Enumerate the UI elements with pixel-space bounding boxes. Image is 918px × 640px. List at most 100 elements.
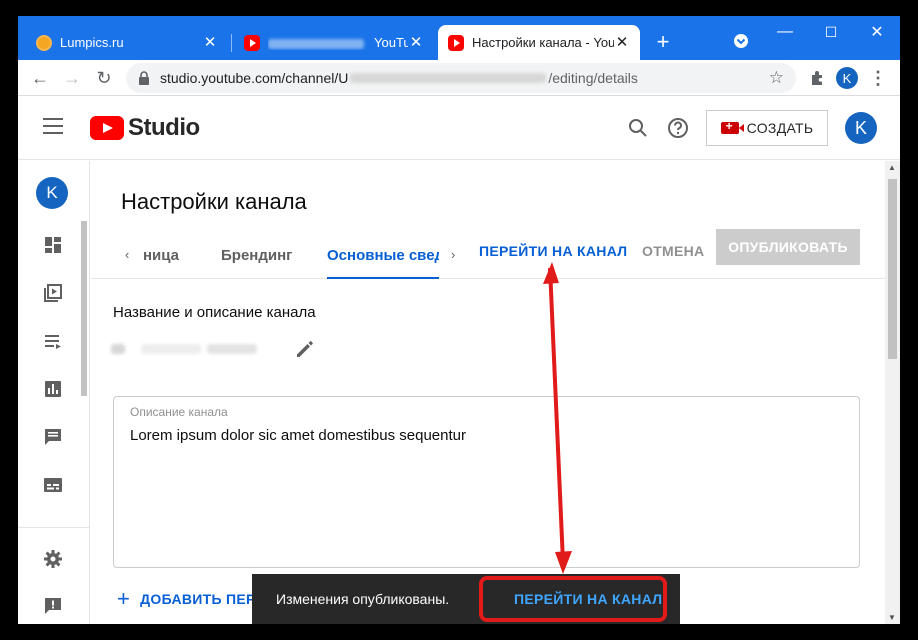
analytics-icon xyxy=(45,381,61,397)
description-value[interactable]: Lorem ipsum dolor sic amet domestibus se… xyxy=(130,427,466,444)
tab-basic-info[interactable]: Основные сведе xyxy=(327,247,439,264)
video-camera-icon xyxy=(720,119,744,134)
create-button[interactable]: СОЗДАТЬ xyxy=(706,110,828,146)
playlists-icon xyxy=(45,335,61,349)
sidebar-item-content[interactable] xyxy=(42,283,64,303)
window-close-button[interactable]: ✕ xyxy=(854,16,900,48)
sidebar-item-analytics[interactable] xyxy=(42,379,64,399)
plus-icon: + xyxy=(117,586,131,611)
sidebar-item-comments[interactable] xyxy=(42,427,64,447)
studio-logo[interactable]: Studio xyxy=(90,114,200,142)
new-tab-button[interactable]: + xyxy=(641,24,685,60)
reload-icon: ↻ xyxy=(96,67,112,88)
channel-name-redacted xyxy=(111,339,271,359)
feedback-icon xyxy=(45,598,61,614)
maximize-button[interactable]: ☐ xyxy=(808,16,854,48)
chevron-down-circle-icon xyxy=(734,34,748,48)
avatar: K xyxy=(836,67,858,89)
snackbar-goto-channel-button[interactable]: ПЕРЕЙТИ НА КАНАЛ xyxy=(500,583,676,615)
scroll-up-icon[interactable]: ▲ xyxy=(888,163,896,172)
arrow-left-icon: ← xyxy=(31,67,49,88)
content-icon xyxy=(44,284,62,302)
youtube-favicon-icon xyxy=(244,34,260,51)
extensions-button[interactable] xyxy=(804,64,832,92)
lumpics-favicon-icon xyxy=(36,34,52,51)
cancel-button[interactable]: ОТМЕНА xyxy=(642,243,704,259)
chevron-left-icon[interactable]: ‹ xyxy=(125,247,129,262)
close-icon[interactable]: ✕ xyxy=(408,34,424,51)
url-host: studio.youtube.com/channel/U xyxy=(160,70,349,86)
description-label: Описание канала xyxy=(130,405,228,419)
close-icon: ✕ xyxy=(870,24,884,41)
avatar[interactable]: K xyxy=(845,112,877,144)
section-title: Название и описание канала xyxy=(113,304,316,321)
active-tab-indicator xyxy=(327,277,439,279)
close-icon[interactable]: ✕ xyxy=(202,34,218,51)
search-icon xyxy=(629,119,647,137)
sidebar-divider xyxy=(18,527,90,528)
tab-title-visible: YouTu xyxy=(374,35,408,50)
sidebar-scrollbar[interactable] xyxy=(81,221,87,396)
browser-toolbar: ← → ↻ studio.youtube.com/channel/U /edit… xyxy=(18,60,900,96)
studio-header: Studio СОЗДАТЬ K xyxy=(18,96,900,160)
youtube-favicon-icon xyxy=(448,34,464,51)
more-vert-icon: ⋮ xyxy=(869,67,887,88)
comments-icon xyxy=(45,429,61,445)
sidebar-item-settings[interactable] xyxy=(42,549,64,569)
tab-title: YouTu xyxy=(268,35,408,50)
redacted-text xyxy=(350,73,547,83)
profile-button[interactable]: K xyxy=(833,64,861,92)
studio-sidebar: K xyxy=(18,161,90,624)
browser-titlebar: Lumpics.ru ✕ YouTu ✕ Настройки канала - … xyxy=(18,16,900,60)
tab-main-page[interactable]: ница xyxy=(143,247,179,264)
scrollbar-thumb[interactable] xyxy=(888,179,897,359)
menu-icon[interactable] xyxy=(43,118,63,134)
reload-button[interactable]: ↻ xyxy=(90,64,118,92)
puzzle-icon xyxy=(812,71,822,85)
snackbar: Изменения опубликованы. ПЕРЕЙТИ НА КАНАЛ xyxy=(252,574,680,624)
screenshot-frame: Lumpics.ru ✕ YouTu ✕ Настройки канала - … xyxy=(0,0,918,640)
address-bar[interactable]: studio.youtube.com/channel/U /editing/de… xyxy=(126,63,796,93)
help-button[interactable] xyxy=(666,116,690,140)
maximize-icon: ☐ xyxy=(824,23,838,40)
bookmark-star-icon[interactable]: ☆ xyxy=(769,68,784,88)
tab-search-button[interactable] xyxy=(718,24,764,58)
main-content: Настройки канала ‹ ница Брендинг Основны… xyxy=(91,161,885,624)
snackbar-message: Изменения опубликованы. xyxy=(276,591,450,607)
page-scrollbar[interactable]: ▲ ▼ xyxy=(885,161,900,624)
channel-avatar[interactable]: K xyxy=(36,177,68,209)
sidebar-item-dashboard[interactable] xyxy=(42,235,64,255)
tab-title: Lumpics.ru xyxy=(60,35,124,50)
tab-title: Настройки канала - YouTu xyxy=(472,35,614,50)
close-icon[interactable]: ✕ xyxy=(614,34,630,51)
arrow-right-icon: → xyxy=(63,67,81,88)
sidebar-item-subtitles[interactable] xyxy=(42,475,64,495)
goto-channel-link[interactable]: ПЕРЕЙТИ НА КАНАЛ xyxy=(479,243,627,259)
logo-text: Studio xyxy=(128,114,200,141)
forward-button[interactable]: → xyxy=(58,64,86,92)
scroll-down-icon[interactable]: ▼ xyxy=(888,613,896,622)
minimize-icon: — xyxy=(777,23,793,40)
lock-icon xyxy=(139,71,149,85)
description-field[interactable]: Описание канала Lorem ipsum dolor sic am… xyxy=(113,396,860,568)
subtitles-icon xyxy=(44,478,62,492)
search-button[interactable] xyxy=(626,116,650,140)
tab-branding[interactable]: Брендинг xyxy=(221,247,292,264)
back-button[interactable]: ← xyxy=(26,64,54,92)
pencil-icon[interactable] xyxy=(293,337,317,361)
minimize-button[interactable]: — xyxy=(762,16,808,48)
tab-channel-settings[interactable]: Настройки канала - YouTu ✕ xyxy=(438,25,640,60)
publish-button[interactable]: ОПУБЛИКОВАТЬ xyxy=(716,229,860,265)
url-path: /editing/details xyxy=(548,70,638,86)
redacted-text xyxy=(268,38,364,49)
dashboard-icon xyxy=(45,237,61,253)
browser-menu-button[interactable]: ⋮ xyxy=(864,64,892,92)
settings-tabs: ‹ ница Брендинг Основные сведе › ПЕРЕЙТИ… xyxy=(91,229,885,279)
create-label: СОЗДАТЬ xyxy=(746,120,814,136)
sidebar-item-playlists[interactable] xyxy=(42,331,64,351)
chevron-right-icon[interactable]: › xyxy=(451,247,455,262)
tab-lumpics[interactable]: Lumpics.ru ✕ xyxy=(26,25,228,60)
sidebar-item-feedback[interactable] xyxy=(42,596,64,616)
browser-window: Lumpics.ru ✕ YouTu ✕ Настройки канала - … xyxy=(18,16,900,624)
tab-youtube[interactable]: YouTu ✕ xyxy=(234,25,434,60)
